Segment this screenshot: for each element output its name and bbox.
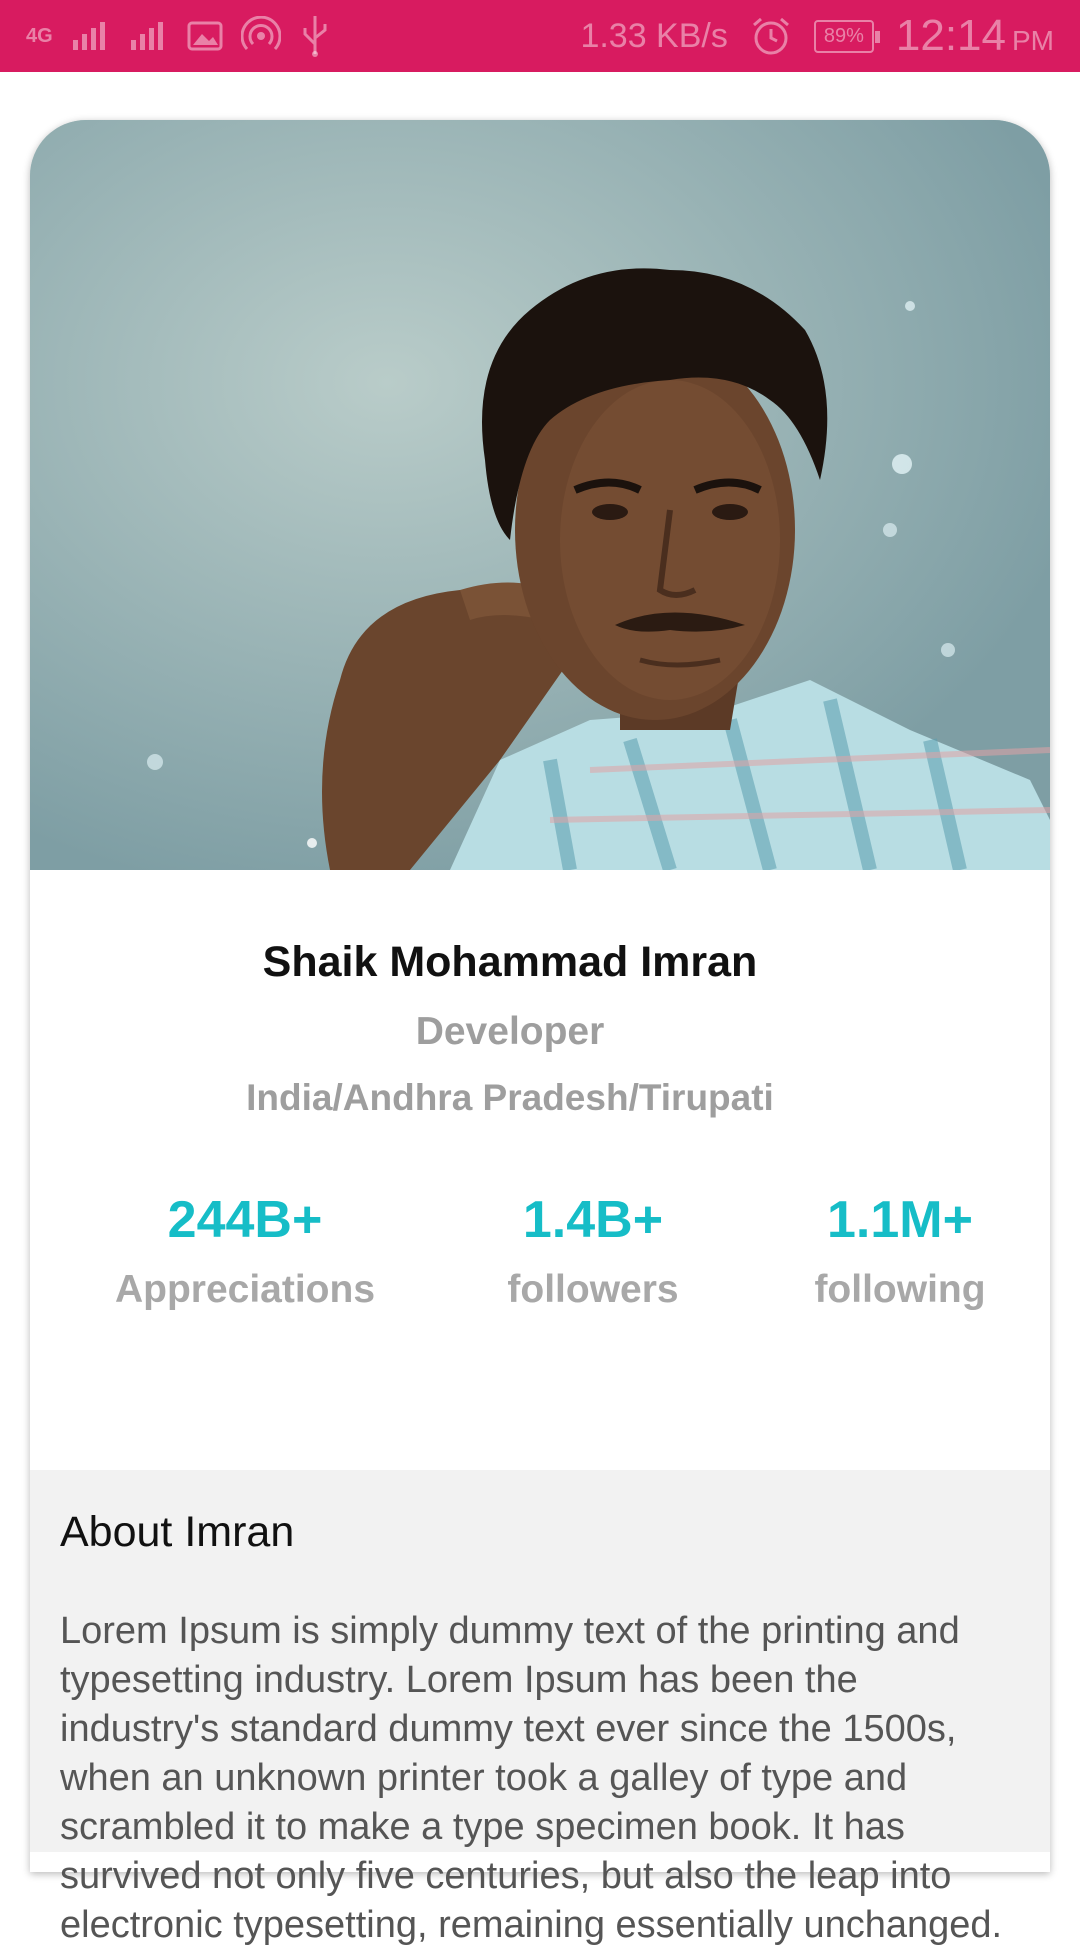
clock: 12:14 PM xyxy=(896,11,1054,61)
alarm-icon xyxy=(750,15,792,57)
network-4g-icon: 4G xyxy=(26,25,53,47)
time: 12:14 xyxy=(895,11,1006,60)
profile-name: Shaik Mohammad Imran xyxy=(262,938,758,986)
signal-2-icon xyxy=(129,20,169,52)
stat-value: 1.1M+ xyxy=(827,1191,973,1249)
usb-icon xyxy=(299,14,331,58)
stat-label: following xyxy=(814,1268,986,1311)
battery-icon: 89% xyxy=(813,19,880,53)
profile-role: Developer xyxy=(415,1010,605,1053)
hotspot-icon xyxy=(240,16,281,56)
stat-following[interactable]: 1.1M+ following xyxy=(730,1190,1070,1312)
status-bar-right: 1.33 KB/s 89% 12:14 PM xyxy=(580,11,1054,61)
status-bar-left: 4G xyxy=(26,14,331,58)
about-title: About Imran xyxy=(60,1508,295,1556)
about-section: About Imran Lorem Ipsum is simply dummy … xyxy=(30,1470,1050,1946)
profile-portrait-illustration xyxy=(30,120,1050,870)
about-body: Lorem Ipsum is simply dummy text of the … xyxy=(60,1610,1003,1946)
status-bar: 4G 1.33 KB/s 89% 12:14 PM xyxy=(0,0,1080,72)
stat-value: 1.4B+ xyxy=(522,1191,664,1249)
stat-label: followers xyxy=(507,1268,679,1311)
network-speed: 1.33 KB/s xyxy=(580,16,728,55)
stat-followers[interactable]: 1.4B+ followers xyxy=(423,1190,763,1312)
profile-location: India/Andhra Pradesh/Tirupati xyxy=(246,1077,774,1118)
signal-1-icon xyxy=(71,20,111,52)
time-ampm: PM xyxy=(1012,25,1054,56)
stat-value: 244B+ xyxy=(167,1191,323,1249)
stat-label: Appreciations xyxy=(114,1268,376,1311)
gallery-icon xyxy=(187,20,223,52)
profile-photo xyxy=(30,120,1050,870)
stat-appreciations[interactable]: 244B+ Appreciations xyxy=(75,1190,415,1312)
